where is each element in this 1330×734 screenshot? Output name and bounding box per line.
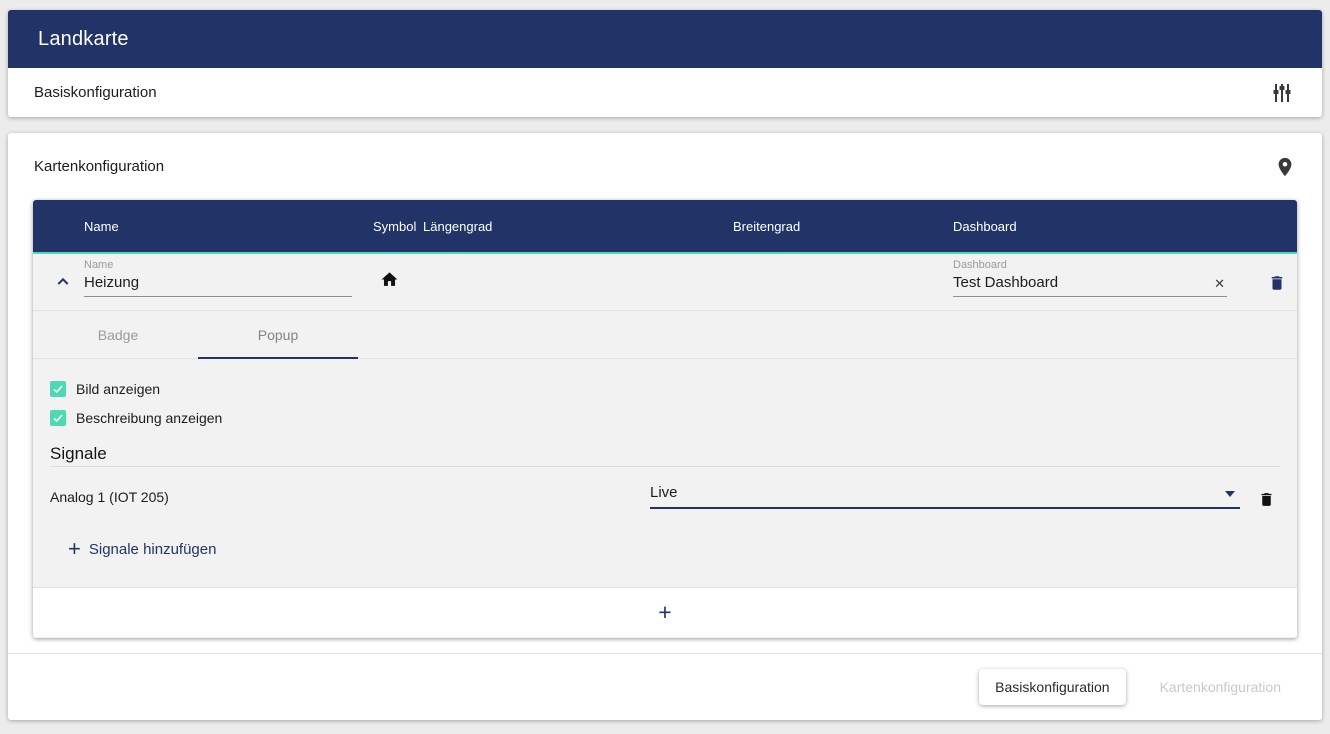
tune-button[interactable] bbox=[1266, 77, 1298, 109]
plus-icon: + bbox=[658, 599, 671, 625]
table-row: Name Dashboard ✕ bbox=[33, 254, 1297, 310]
check-icon bbox=[52, 383, 64, 395]
tune-icon bbox=[1270, 81, 1294, 105]
page: Landkarte Basiskonfiguration Kartenkonfi… bbox=[0, 0, 1330, 734]
show-image-label: Bild anzeigen bbox=[76, 381, 160, 397]
place-button[interactable] bbox=[1269, 151, 1301, 183]
chevron-down-icon bbox=[1225, 491, 1235, 497]
check-icon bbox=[52, 412, 64, 424]
app-header: Landkarte bbox=[8, 10, 1322, 68]
show-description-checkbox[interactable] bbox=[50, 410, 66, 426]
show-image-checkbox[interactable] bbox=[50, 381, 66, 397]
dashboard-input[interactable] bbox=[953, 272, 1227, 297]
show-description-label: Beschreibung anzeigen bbox=[76, 410, 222, 426]
table-header: Name Symbol Längengrad Breitengrad Dashb… bbox=[33, 200, 1297, 252]
page-title: Landkarte bbox=[38, 28, 129, 51]
name-field-group: Name bbox=[84, 259, 352, 297]
map-config-title: Kartenkonfiguration bbox=[34, 158, 164, 175]
show-image-checkbox-row: Bild anzeigen bbox=[50, 377, 160, 401]
tab-badge[interactable]: Badge bbox=[38, 311, 198, 358]
markers-table: Name Symbol Längengrad Breitengrad Dashb… bbox=[33, 200, 1297, 638]
map-config-nav-button[interactable]: Kartenkonfiguration bbox=[1144, 669, 1297, 705]
name-input[interactable] bbox=[84, 272, 352, 297]
clear-dashboard-button[interactable]: ✕ bbox=[1214, 277, 1225, 290]
delete-signal-button[interactable] bbox=[1250, 483, 1282, 515]
clear-icon: ✕ bbox=[1214, 276, 1225, 291]
delete-icon bbox=[1268, 273, 1286, 293]
delete-row-button[interactable] bbox=[1261, 267, 1293, 299]
signal-mode-value: Live bbox=[650, 484, 678, 501]
map-config-card: Kartenkonfiguration Name Symbol Längengr… bbox=[8, 133, 1322, 720]
collapse-row-button[interactable] bbox=[47, 266, 79, 298]
tab-popup[interactable]: Popup bbox=[198, 311, 358, 358]
row-detail-tabs: Badge Popup bbox=[33, 310, 1297, 359]
top-card: Landkarte Basiskonfiguration bbox=[8, 10, 1322, 117]
dashboard-field-group: Dashboard ✕ bbox=[953, 259, 1227, 297]
add-marker-row: + bbox=[33, 587, 1297, 637]
plus-icon: + bbox=[68, 539, 81, 559]
column-header-dashboard: Dashboard bbox=[953, 219, 1017, 234]
name-field-label: Name bbox=[84, 259, 352, 271]
add-marker-button[interactable]: + bbox=[658, 601, 671, 624]
popup-tab-panel: Bild anzeigen Beschreibung anzeigen Sign… bbox=[33, 359, 1297, 587]
column-header-longitude: Längengrad bbox=[423, 219, 492, 234]
column-header-symbol: Symbol bbox=[373, 219, 416, 234]
signals-divider bbox=[50, 466, 1280, 467]
signal-mode-select[interactable]: Live bbox=[650, 481, 1240, 509]
delete-icon bbox=[1258, 490, 1275, 509]
add-signal-label: Signale hinzufügen bbox=[89, 541, 217, 558]
column-header-name: Name bbox=[84, 219, 119, 234]
chevron-up-icon bbox=[55, 274, 71, 290]
dashboard-field-label: Dashboard bbox=[953, 259, 1227, 271]
basis-config-title: Basiskonfiguration bbox=[34, 84, 157, 101]
basis-config-bar: Basiskonfiguration bbox=[8, 68, 1322, 117]
signals-heading: Signale bbox=[50, 444, 107, 464]
basis-config-nav-button[interactable]: Basiskonfiguration bbox=[979, 669, 1125, 705]
footer-actions: Basiskonfiguration Kartenkonfiguration bbox=[8, 654, 1322, 720]
place-icon bbox=[1274, 156, 1296, 178]
add-signal-button[interactable]: + Signale hinzufügen bbox=[68, 539, 216, 559]
show-description-checkbox-row: Beschreibung anzeigen bbox=[50, 406, 222, 430]
signal-name: Analog 1 (IOT 205) bbox=[50, 489, 169, 505]
map-config-header: Kartenkonfiguration bbox=[8, 133, 1322, 200]
home-icon[interactable] bbox=[380, 270, 399, 289]
column-header-latitude: Breitengrad bbox=[733, 219, 800, 234]
